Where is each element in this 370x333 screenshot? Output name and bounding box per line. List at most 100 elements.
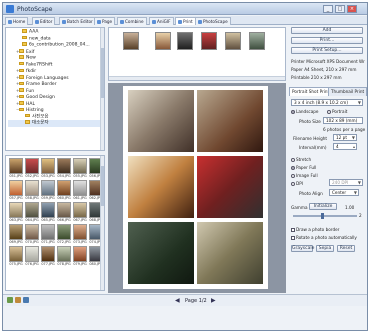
thumbnail[interactable]: 073.JPG: [73, 224, 87, 244]
thumbnail[interactable]: 070.JPG: [25, 224, 39, 244]
thumbnail[interactable]: 077.JPG: [41, 246, 55, 266]
print-button[interactable]: Print...: [291, 37, 363, 44]
strip-photo[interactable]: [177, 32, 193, 50]
thumbnail[interactable]: 058.JPG: [25, 180, 39, 200]
thumbnail[interactable]: 061.JPG: [73, 180, 87, 200]
print-preview[interactable]: [108, 83, 286, 293]
fit-image-full[interactable]: Image Full: [291, 173, 318, 178]
gamma-slider[interactable]: [293, 213, 357, 219]
thumbnail-scrollbar[interactable]: [100, 156, 104, 290]
thumbnail[interactable]: 060.JPG: [57, 180, 71, 200]
thumbnail[interactable]: 072.JPG: [57, 224, 71, 244]
tab-home[interactable]: Home: [5, 17, 29, 25]
preview-photo[interactable]: [197, 222, 263, 284]
fit-stretch[interactable]: Stretch: [291, 157, 311, 162]
thumbnail[interactable]: 076.JPG: [25, 246, 39, 266]
thumbnail[interactable]: 057.JPG: [9, 180, 23, 200]
settings-icon[interactable]: [7, 297, 13, 303]
photo-size-select[interactable]: 3 x 4 inch (8.9 x 10.2 cm) ▼: [291, 99, 363, 106]
gamma-initialize-button[interactable]: Initialize: [309, 203, 337, 210]
paper-full-radio[interactable]: [291, 166, 295, 170]
thumbnail[interactable]: 071.JPG: [41, 224, 55, 244]
add-button[interactable]: Add: [291, 27, 363, 34]
next-page-icon[interactable]: ▶: [211, 297, 216, 304]
orientation-landscape[interactable]: Landscape: [291, 109, 319, 114]
thumbnail[interactable]: 059.JPG: [41, 180, 55, 200]
strip-photo[interactable]: [225, 32, 241, 50]
print-setup-button[interactable]: Print Setup...: [291, 47, 363, 54]
portrait-radio[interactable]: [327, 110, 331, 114]
strip-photo[interactable]: [155, 32, 171, 50]
dpi-radio[interactable]: [291, 182, 295, 186]
filename-height-select[interactable]: 12 pt ▼: [333, 134, 357, 141]
thumbnail[interactable]: 052.JPG: [25, 158, 39, 178]
tab-portrait-shot-print[interactable]: Portrait Shot Print: [289, 87, 333, 96]
tab-batch-editor[interactable]: Batch Editor: [59, 17, 96, 25]
thumbnail[interactable]: 054.JPG: [57, 158, 71, 178]
thumbnail[interactable]: 064.JPG: [25, 202, 39, 222]
strip-photo[interactable]: [201, 32, 217, 50]
thumbnail[interactable]: 053.JPG: [41, 158, 55, 178]
refresh-icon[interactable]: [23, 297, 29, 303]
reset-button[interactable]: Reset: [337, 245, 355, 252]
thumbnail-scroll-thumb[interactable]: [101, 166, 104, 206]
minimize-button[interactable]: _: [323, 5, 333, 13]
tab-combine[interactable]: Combine: [117, 17, 147, 25]
preview-photo[interactable]: [128, 156, 194, 218]
strip-scrollbar[interactable]: [109, 76, 285, 80]
stepper-icon[interactable]: ▴: [353, 144, 355, 150]
maximize-button[interactable]: □: [335, 5, 345, 13]
fit-paper-full[interactable]: Paper Full: [291, 165, 316, 170]
fit-dpi[interactable]: DPI: [291, 181, 303, 186]
tab-photoscape[interactable]: PhotoScape: [195, 17, 231, 25]
tab-print[interactable]: Print: [175, 17, 196, 25]
preview-photo[interactable]: [128, 90, 194, 152]
tab-editor[interactable]: Editor: [32, 17, 56, 25]
paper-info: Paper A4 Sheet, 210 x 297 mm: [291, 67, 357, 72]
tab-thumbnail-print[interactable]: Thumbnail Print: [328, 87, 367, 96]
landscape-radio[interactable]: [291, 110, 295, 114]
grayscale-button[interactable]: Grayscale: [291, 245, 314, 252]
thumbnail-grid[interactable]: 051.JPG 052.JPG 053.JPG 054.JPG 055.JPG …: [5, 155, 105, 291]
interval-input[interactable]: 4 ▴: [333, 143, 357, 150]
photo-size-field[interactable]: 102 x 89 (mm): [323, 117, 363, 124]
tab-page[interactable]: Page: [94, 17, 116, 25]
orientation-portrait[interactable]: Portrait: [327, 109, 347, 114]
thumbnail[interactable]: 065.JPG: [41, 202, 55, 222]
close-button[interactable]: ×: [347, 5, 357, 13]
thumbnail[interactable]: 069.JPG: [9, 224, 23, 244]
prev-page-icon[interactable]: ◀: [175, 297, 180, 304]
add-folder-icon[interactable]: [15, 297, 21, 303]
thumbnail[interactable]: 055.JPG: [73, 158, 87, 178]
preview-photo[interactable]: [197, 90, 263, 152]
dpi-select[interactable]: 240 DPI ▼: [329, 179, 363, 186]
tree-item-selected[interactable]: 대소문자: [8, 120, 102, 127]
folder-tree[interactable]: AAA new_data 6s_contribution_2008_04... …: [5, 27, 105, 151]
tree-scrollbar[interactable]: [100, 28, 104, 150]
thumbnail[interactable]: 066.JPG: [57, 202, 71, 222]
thumbnail[interactable]: 051.JPG: [9, 158, 23, 178]
photo-align-select[interactable]: Center ▼: [329, 189, 359, 196]
draw-border-checkbox[interactable]: [291, 228, 295, 232]
gamma-slider-handle[interactable]: [321, 213, 324, 219]
preview-photo[interactable]: [128, 222, 194, 284]
tree-item[interactable]: 6s_contribution_2008_04...: [8, 42, 102, 49]
rotate-auto-checkbox[interactable]: [291, 236, 295, 240]
preview-photo[interactable]: [197, 156, 263, 218]
image-full-radio[interactable]: [291, 174, 295, 178]
thumbnail[interactable]: 079.JPG: [73, 246, 87, 266]
photo-strip[interactable]: [108, 27, 286, 81]
stretch-radio[interactable]: [291, 158, 295, 162]
strip-photo[interactable]: [123, 32, 139, 50]
thumbnail[interactable]: 067.JPG: [73, 202, 87, 222]
tree-scroll-thumb[interactable]: [101, 48, 104, 98]
sepia-button[interactable]: Sepia: [316, 245, 334, 252]
thumbnail[interactable]: 063.JPG: [9, 202, 23, 222]
tab-anigif[interactable]: AniGIF: [149, 17, 174, 25]
thumbnail[interactable]: 078.JPG: [57, 246, 71, 266]
strip-photo[interactable]: [249, 32, 265, 50]
draw-border-option[interactable]: Draw a photo border: [291, 227, 339, 232]
rotate-auto-option[interactable]: Rotate a photo automatically: [291, 235, 357, 240]
thumbnail[interactable]: 075.JPG: [9, 246, 23, 266]
app-window: PhotoScape _ □ × Home Editor Batch Edito…: [2, 2, 368, 331]
